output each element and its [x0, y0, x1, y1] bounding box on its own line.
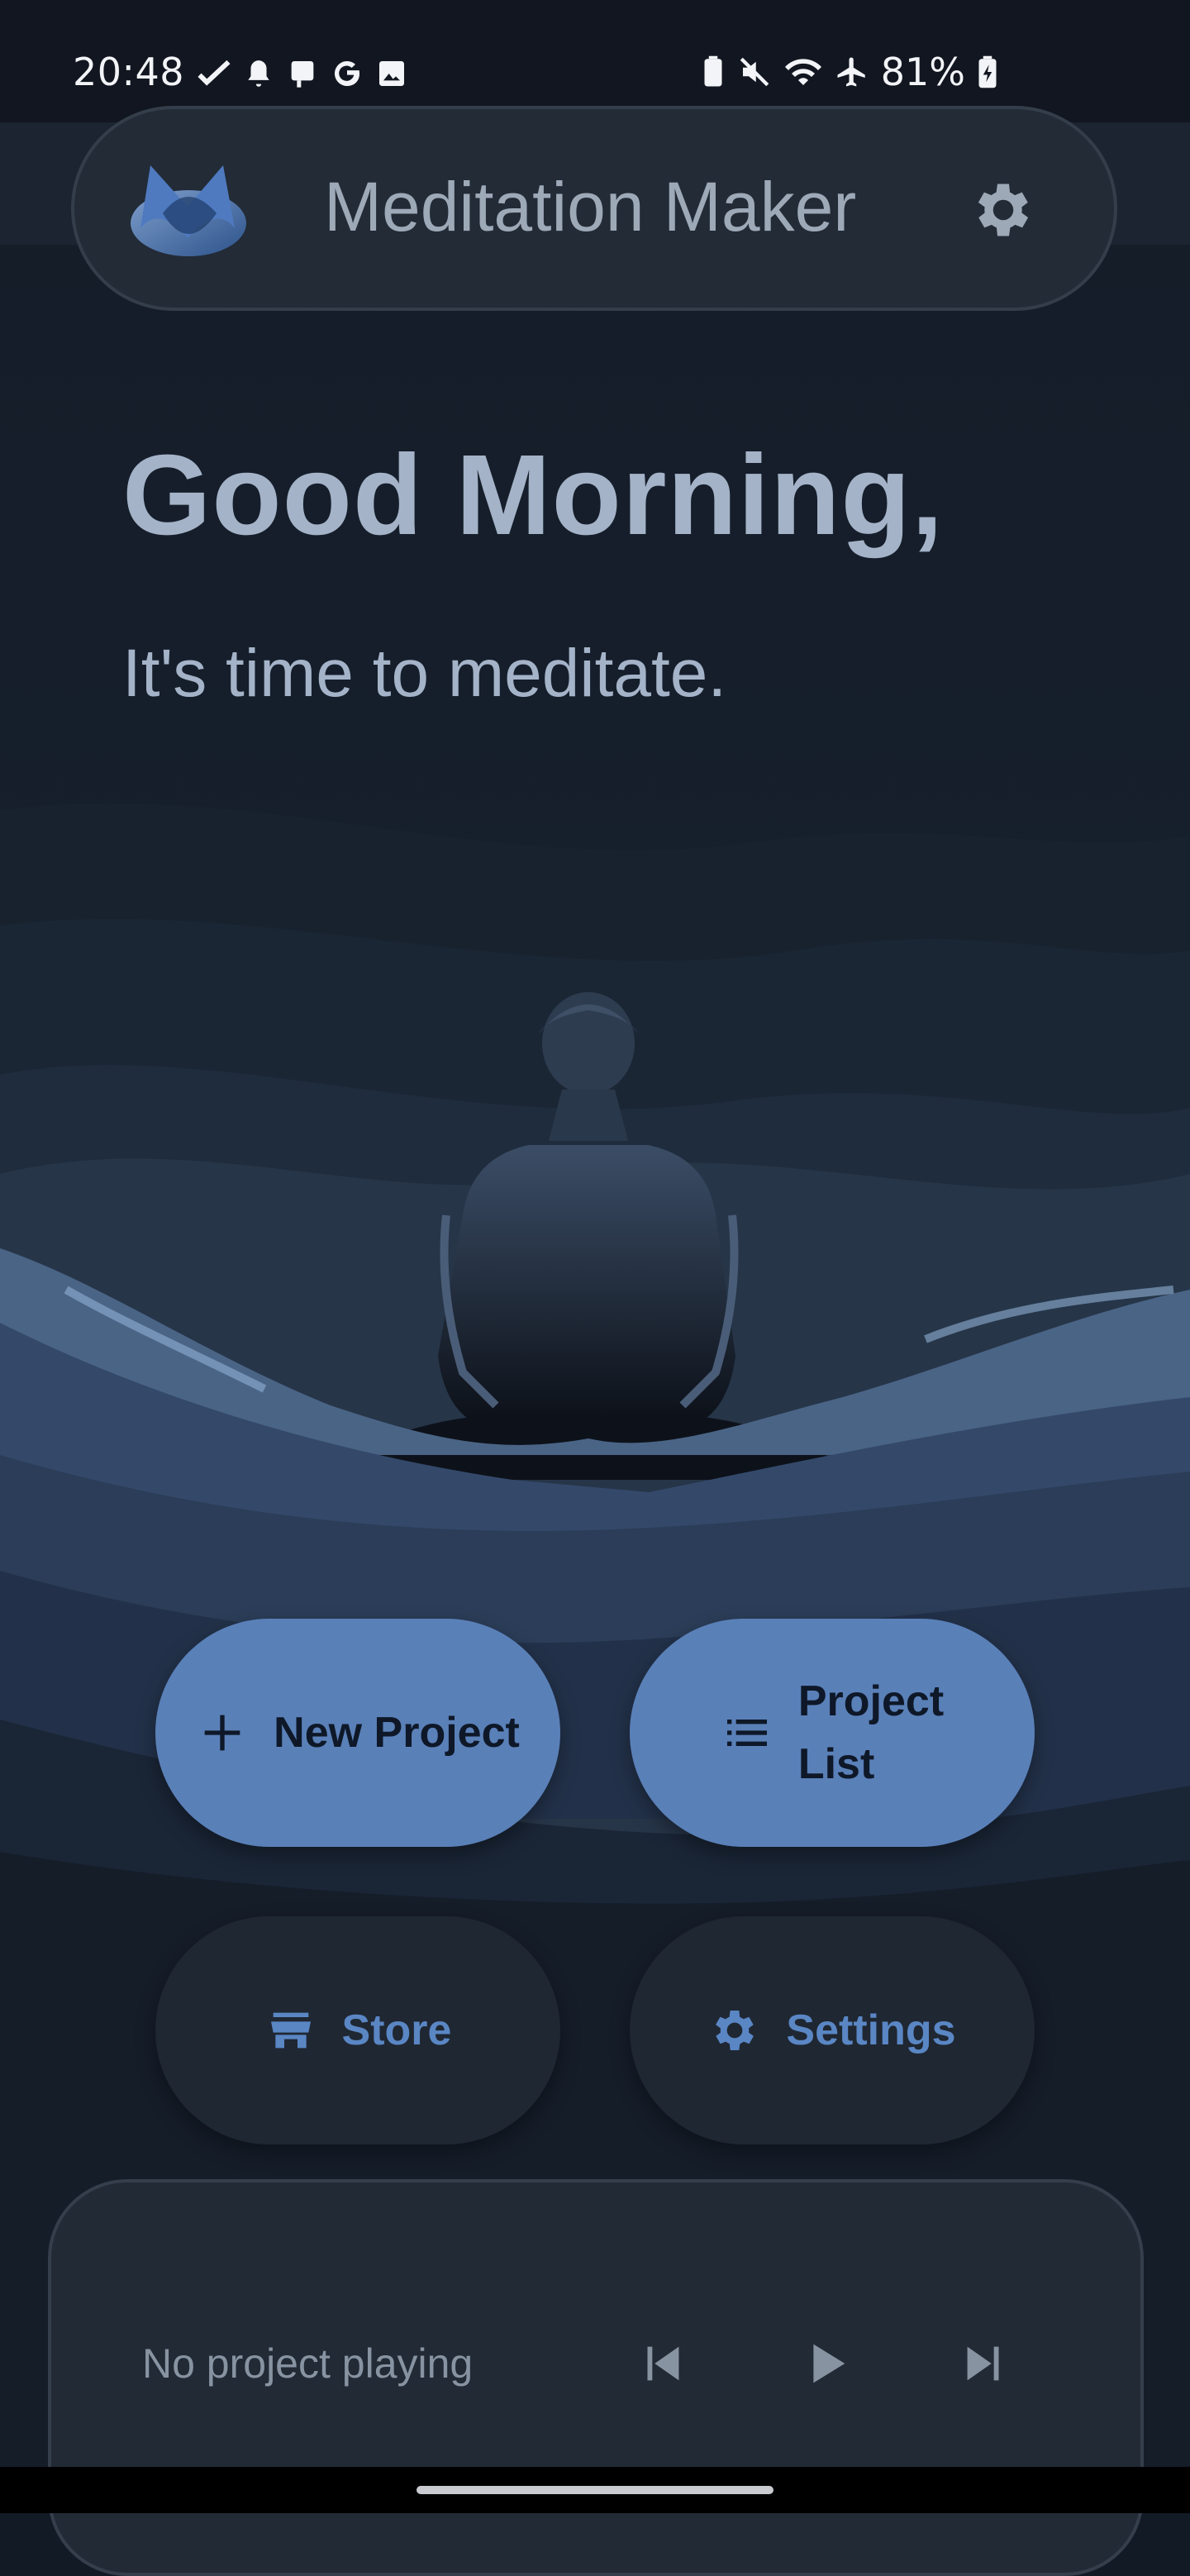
skip-previous-icon[interactable]	[633, 2335, 691, 2392]
device-icon	[291, 61, 314, 88]
store-label: Store	[341, 2006, 452, 2054]
greeting-subtitle: It's time to meditate.	[122, 636, 727, 711]
app-title: Meditation Maker	[324, 168, 857, 246]
battery-percent: 81%	[880, 50, 965, 94]
settings-label: Settings	[786, 2006, 956, 2054]
project-list-button[interactable]: Project List	[630, 1619, 1035, 1847]
store-icon	[270, 2012, 311, 2049]
greeting-heading: Good Morning,	[122, 432, 945, 559]
gear-icon	[716, 2011, 754, 2050]
skip-next-icon[interactable]	[955, 2335, 1013, 2392]
new-project-label: New Project	[274, 1709, 520, 1757]
gesture-handle[interactable]	[416, 2486, 774, 2494]
plus-icon	[204, 1715, 240, 1751]
settings-button[interactable]: Settings	[630, 1916, 1035, 2144]
store-button[interactable]: Store	[155, 1916, 560, 2144]
battery-icon	[978, 55, 997, 88]
status-left-icons	[197, 56, 408, 91]
status-time: 20:48	[73, 50, 185, 94]
image-icon	[379, 61, 404, 86]
battery-saver-icon	[704, 55, 722, 87]
play-icon[interactable]	[797, 2335, 854, 2392]
app-header: Meditation Maker	[71, 106, 1117, 311]
list-icon	[726, 1720, 767, 1746]
player-status-text: No project playing	[142, 2340, 474, 2387]
status-bar: 20:48 81%	[0, 0, 1190, 122]
airplane-icon	[837, 57, 865, 87]
wifi-icon	[784, 59, 821, 85]
new-project-button[interactable]: New Project	[155, 1619, 560, 1847]
status-right-icons: 81%	[701, 50, 998, 94]
check-icon	[198, 60, 231, 86]
meditation-illustration	[0, 0, 1190, 2513]
app-logo-icon	[131, 165, 246, 256]
notification-bell-icon	[248, 60, 269, 87]
mini-player: No project playing	[48, 2179, 1144, 2576]
project-list-label: Project List	[797, 1677, 945, 1788]
google-icon	[334, 61, 359, 87]
gear-icon[interactable]	[969, 175, 1038, 245]
mute-icon	[740, 57, 769, 87]
